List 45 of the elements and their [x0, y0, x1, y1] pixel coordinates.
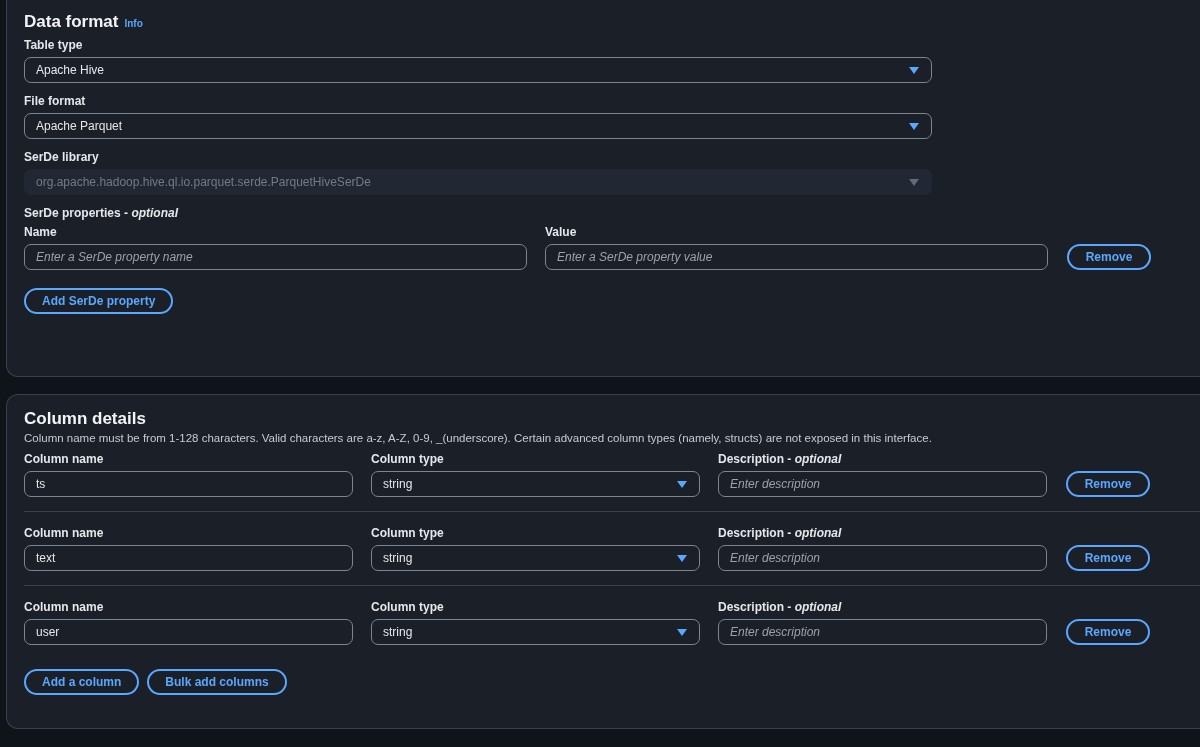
section-title: Column details — [24, 409, 147, 429]
add-button[interactable]: Bulk add columns — [147, 669, 287, 695]
caret-icon — [677, 480, 687, 488]
caret-icon — [909, 122, 919, 130]
field-label: Column type — [371, 600, 445, 614]
remove-button[interactable]: Remove — [1066, 619, 1150, 645]
input-field[interactable]: ts — [24, 471, 353, 497]
caret-icon — [909, 178, 919, 186]
field-label: Column name — [24, 600, 105, 614]
field-label: Column name — [24, 452, 105, 466]
field-label: SerDe library — [24, 150, 100, 164]
input-field[interactable]: Enter description — [718, 545, 1047, 571]
caret-icon — [677, 628, 687, 636]
input-field[interactable]: text — [24, 545, 353, 571]
input-field[interactable]: Enter a SerDe property value — [545, 244, 1048, 270]
field-label: Table type — [24, 38, 84, 52]
field-label: Column name — [24, 526, 105, 540]
select-dropdown[interactable]: string — [371, 619, 700, 645]
select-dropdown[interactable]: string — [371, 471, 700, 497]
caret-icon — [677, 554, 687, 562]
select-dropdown[interactable]: Apache Parquet — [24, 113, 932, 139]
field-label: Description - optional — [718, 526, 843, 540]
field-label: Column type — [371, 526, 445, 540]
add-button[interactable]: Add a column — [24, 669, 140, 695]
add-button[interactable]: Add SerDe property — [24, 288, 174, 314]
input-field[interactable]: Enter a SerDe property name — [24, 244, 527, 270]
info-link[interactable]: Info — [124, 18, 143, 29]
field-label: Description - optional — [718, 600, 843, 614]
field-label: Value — [545, 225, 578, 239]
select-dropdown[interactable]: string — [371, 545, 700, 571]
remove-button[interactable]: Remove — [1066, 545, 1150, 571]
section-description: Column name must be from 1-128 characters. Valid characters are a-z, A-Z, 0-9, _(underscore). Certain advanced column types (namely, structs) are not exposed in this interface. — [24, 432, 933, 444]
field-label: SerDe properties - optional — [24, 206, 180, 220]
input-field[interactable]: user — [24, 619, 353, 645]
remove-button[interactable]: Remove — [1067, 244, 1151, 270]
field-label: Column type — [371, 452, 445, 466]
section-title: Data format — [24, 12, 119, 32]
field-label: File format — [24, 94, 87, 108]
select-dropdown[interactable]: Apache Hive — [24, 57, 932, 83]
input-field[interactable]: Enter description — [718, 619, 1047, 645]
input-field[interactable]: Enter description — [718, 471, 1047, 497]
caret-icon — [909, 66, 919, 74]
field-label: Name — [24, 225, 58, 239]
remove-button[interactable]: Remove — [1066, 471, 1150, 497]
field-label: Description - optional — [718, 452, 843, 466]
